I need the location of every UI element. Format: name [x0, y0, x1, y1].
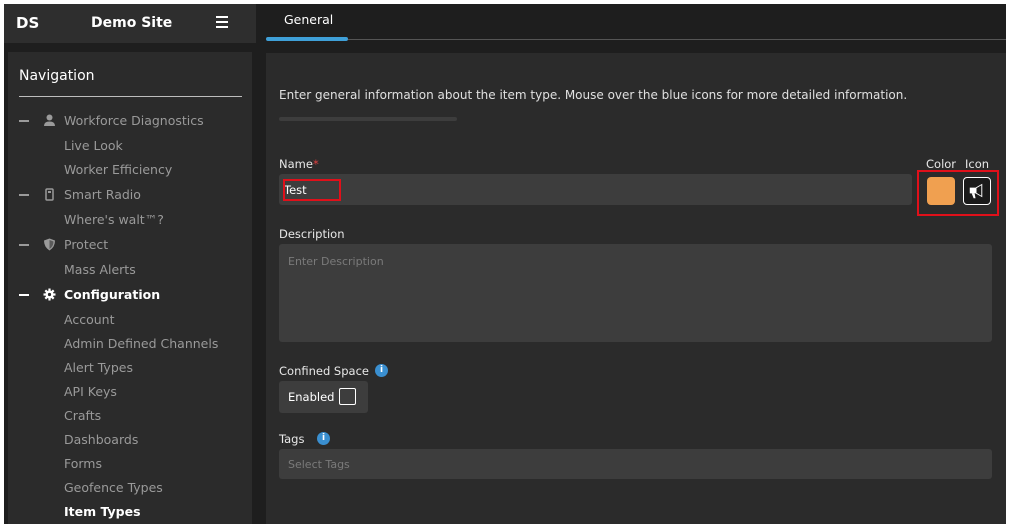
- sidebar-item-label: Configuration: [64, 287, 161, 302]
- intro-text: Enter general information about the item…: [279, 88, 908, 102]
- sidebar-item-workforce-diagnostics[interactable]: Workforce Diagnostics: [8, 111, 252, 131]
- description-label: Description: [279, 227, 345, 241]
- tags-placeholder: Select Tags: [288, 458, 350, 471]
- sidebar-item-configuration[interactable]: Configuration: [8, 285, 252, 305]
- enabled-checkbox[interactable]: [339, 388, 356, 405]
- sidebar-item-crafts[interactable]: Crafts: [8, 406, 252, 426]
- form-progress-bar: [279, 117, 457, 121]
- brand-bar: DS Demo Site: [4, 4, 256, 43]
- tab-bar: General: [256, 4, 1006, 43]
- sidebar-item-alert-types[interactable]: Alert Types: [8, 358, 252, 378]
- color-label: Color: [926, 157, 957, 171]
- confined-space-label: Confined Space: [279, 364, 369, 378]
- site-logo: DS: [16, 14, 40, 32]
- description-textarea[interactable]: [279, 244, 992, 342]
- sidebar-item-label: Account: [64, 312, 115, 327]
- sidebar-item-live-look[interactable]: Live Look: [8, 136, 252, 156]
- collapse-icon[interactable]: [19, 120, 29, 122]
- info-icon[interactable]: i: [375, 364, 388, 377]
- name-label: Name*: [279, 157, 319, 171]
- tags-select[interactable]: [279, 449, 992, 479]
- sidebar-item-label: Worker Efficiency: [64, 162, 173, 177]
- radio-icon: [45, 188, 54, 201]
- enabled-label: Enabled: [288, 390, 335, 404]
- sidebar-item-label: Mass Alerts: [64, 262, 136, 277]
- hamburger-menu-icon[interactable]: [216, 16, 228, 28]
- sidebar-item-admin-defined-channels[interactable]: Admin Defined Channels: [8, 334, 252, 354]
- general-form-panel: Enter general information about the item…: [266, 53, 1006, 524]
- collapse-icon[interactable]: [19, 244, 29, 246]
- sidebar-item-geofence-types[interactable]: Geofence Types: [8, 478, 252, 498]
- sidebar-item-dashboards[interactable]: Dashboards: [8, 430, 252, 450]
- description-placeholder: Enter Description: [288, 255, 384, 268]
- name-highlight-box: [283, 179, 341, 201]
- gear-icon: [43, 288, 56, 301]
- site-name: Demo Site: [91, 15, 173, 31]
- sidebar-item-forms[interactable]: Forms: [8, 454, 252, 474]
- sidebar-item-label: Alert Types: [64, 360, 133, 375]
- sidebar-item-api-keys[interactable]: API Keys: [8, 382, 252, 402]
- sidebar-item-label: Geofence Types: [64, 480, 163, 495]
- person-icon: [44, 114, 55, 126]
- name-input[interactable]: [279, 174, 912, 205]
- collapse-icon[interactable]: [19, 294, 29, 296]
- sidebar-item-label: Workforce Diagnostics: [64, 113, 204, 128]
- sidebar-item-label: Item Types: [64, 504, 141, 519]
- tab-general[interactable]: General: [284, 12, 333, 27]
- sidebar-item-label: Live Look: [64, 138, 123, 153]
- nav-divider: [19, 96, 242, 97]
- sidebar-item-account[interactable]: Account: [8, 310, 252, 330]
- sidebar-item-protect[interactable]: Protect: [8, 235, 252, 255]
- icon-label: Icon: [965, 157, 990, 171]
- tab-divider: [348, 39, 1006, 40]
- name-label-text: Name: [279, 157, 313, 171]
- info-icon[interactable]: i: [317, 432, 330, 445]
- tags-label: Tags: [279, 432, 305, 446]
- app-window: DS Demo Site General Navigation Workforc…: [4, 4, 1006, 524]
- sidebar-item-label: Forms: [64, 456, 103, 471]
- sidebar: Navigation Workforce Diagnostics Live Lo…: [8, 52, 252, 524]
- required-marker: *: [312, 157, 319, 171]
- sidebar-item-label: Where's walt™?: [64, 212, 164, 227]
- sidebar-item-label: Dashboards: [64, 432, 139, 447]
- sidebar-item-smart-radio[interactable]: Smart Radio: [8, 185, 252, 205]
- collapse-icon[interactable]: [19, 194, 29, 196]
- shield-icon: [44, 238, 55, 251]
- sidebar-item-wheres-walt[interactable]: Where's walt™?: [8, 210, 252, 230]
- active-tab-indicator: [266, 37, 348, 41]
- sidebar-item-label: Protect: [64, 237, 109, 252]
- color-icon-highlight-box: [917, 170, 999, 216]
- sidebar-item-label: Admin Defined Channels: [64, 336, 219, 351]
- sidebar-item-label: Smart Radio: [64, 187, 141, 202]
- sidebar-item-label: Crafts: [64, 408, 102, 423]
- sidebar-item-label: API Keys: [64, 384, 117, 399]
- sidebar-item-mass-alerts[interactable]: Mass Alerts: [8, 260, 252, 280]
- enabled-toggle[interactable]: Enabled: [279, 381, 368, 413]
- sidebar-item-item-types[interactable]: Item Types: [8, 502, 252, 522]
- nav-title: Navigation: [19, 68, 95, 84]
- sidebar-item-worker-efficiency[interactable]: Worker Efficiency: [8, 160, 252, 180]
